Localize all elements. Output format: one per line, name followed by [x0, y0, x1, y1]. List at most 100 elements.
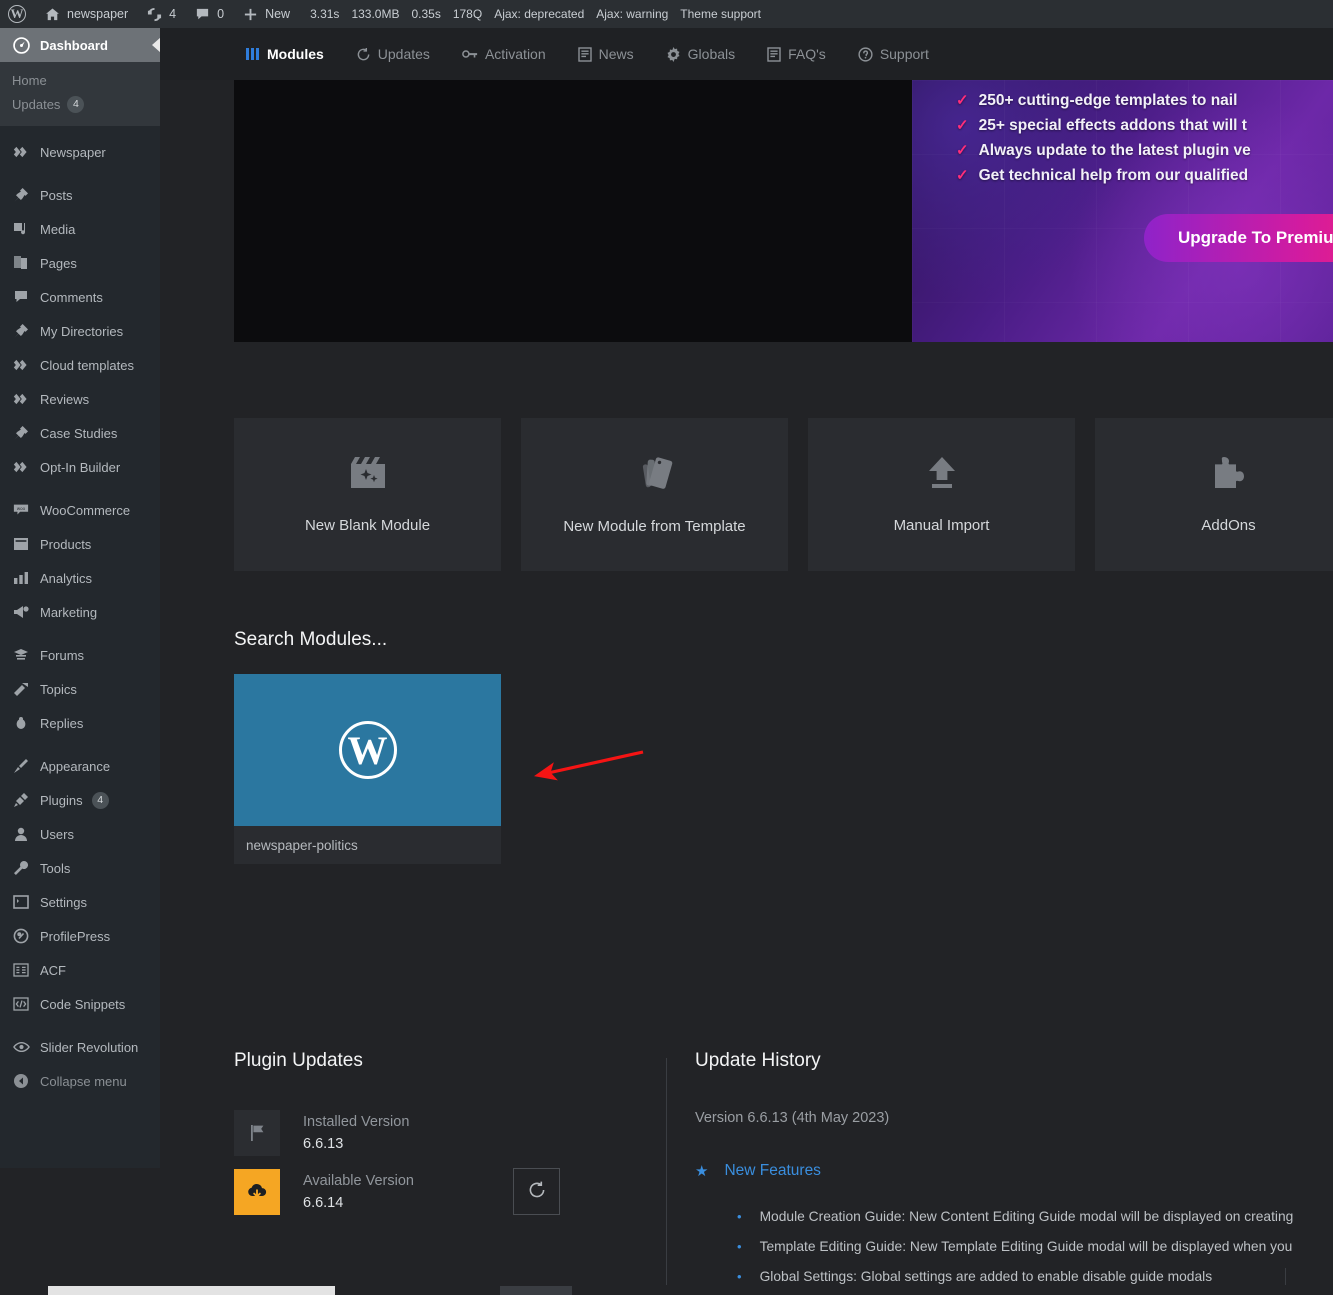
history-version-line: Version 6.6.13 (4th May 2023) [695, 1110, 890, 1126]
refresh-update-button[interactable] [513, 1168, 560, 1215]
sidebar-item-label: Topics [40, 681, 77, 697]
sidebar-item-label: Posts [40, 187, 73, 203]
scrollbar-thumb[interactable] [48, 1286, 335, 1295]
action-card-label: New Module from Template [563, 517, 746, 535]
tab-globals[interactable]: Globals [650, 28, 751, 80]
check-icon: ✓ [956, 92, 969, 109]
sidebar-item-comments[interactable]: Comments [0, 280, 160, 314]
sidebar-item-label: Cloud templates [40, 357, 134, 373]
plugin-tab-bar: Modules Updates Activation News Globals [160, 28, 1333, 80]
addons-card[interactable]: AddOns [1095, 418, 1333, 571]
comment-bubble-icon [192, 4, 212, 24]
tab-updates[interactable]: Updates [340, 28, 446, 80]
tab-support[interactable]: Support [842, 28, 945, 80]
sidebar-item-opt-in-builder[interactable]: Opt-In Builder [0, 450, 160, 484]
upgrade-to-premium-button[interactable]: Upgrade To Premiu [1144, 214, 1333, 262]
theme-support-label[interactable]: Theme support [674, 7, 767, 21]
sidebar-item-marketing[interactable]: Marketing [0, 595, 160, 629]
horizontal-scrollbar[interactable] [0, 1285, 1333, 1295]
sidebar-item-dashboard[interactable]: Dashboard [0, 28, 160, 62]
bullet-icon: • [737, 1209, 742, 1224]
sidebar-item-slider-revolution[interactable]: Slider Revolution [0, 1030, 160, 1064]
sidebar-item-reviews[interactable]: Reviews [0, 382, 160, 416]
sidebar-item-forums[interactable]: Forums [0, 638, 160, 672]
adminbar-new-content[interactable]: New [232, 0, 298, 28]
sidebar-item-tools[interactable]: Tools [0, 851, 160, 885]
plugins-icon [11, 790, 31, 810]
scrollbar-secondary-track[interactable] [500, 1286, 572, 1295]
sidebar-item-label: WooCommerce [40, 502, 131, 518]
check-icon: ✓ [956, 117, 969, 134]
search-modules-title: Search Modules... [234, 629, 388, 650]
flag-icon [234, 1110, 280, 1156]
updates-badge: 4 [67, 96, 85, 113]
topics-icon [11, 679, 31, 699]
ajax-warning-label[interactable]: Ajax: warning [590, 7, 674, 21]
adminbar-wp-logo-menu[interactable]: W [0, 0, 34, 28]
sidebar-item-profilepress[interactable]: ProfilePress [0, 919, 160, 953]
sidebar-item-collapse-menu[interactable]: Collapse menu [0, 1064, 160, 1098]
ajax-deprecated-label[interactable]: Ajax: deprecated [488, 7, 590, 21]
sidebar-item-media[interactable]: Media [0, 212, 160, 246]
analytics-icon [11, 568, 31, 588]
adminbar-updates[interactable]: 4 [136, 0, 184, 28]
sidebar-item-label: Settings [40, 894, 87, 910]
sidebar-item-replies[interactable]: Replies [0, 706, 160, 740]
sidebar-item-pages[interactable]: Pages [0, 246, 160, 280]
sidebar-subitem-updates[interactable]: Updates 4 [0, 92, 160, 117]
updates-count: 4 [169, 7, 177, 21]
new-module-from-template-card[interactable]: New Module from Template [521, 418, 788, 571]
sidebar-item-label: Slider Revolution [40, 1039, 139, 1055]
module-card[interactable]: W newspaper-politics [234, 674, 501, 864]
tab-modules[interactable]: Modules [230, 28, 340, 80]
dashboard-icon [11, 35, 31, 55]
tab-label: Modules [267, 46, 324, 62]
sidebar-item-posts[interactable]: Posts [0, 178, 160, 212]
history-item-list: • Module Creation Guide: New Content Edi… [695, 1202, 1333, 1292]
tab-activation[interactable]: Activation [446, 28, 562, 80]
adminbar-comments[interactable]: 0 [184, 0, 232, 28]
sidebar-item-label: Marketing [40, 604, 98, 620]
manual-import-card[interactable]: Manual Import [808, 418, 1075, 571]
sidebar-item-case-studies[interactable]: Case Studies [0, 416, 160, 450]
promo-item: ✓ Get technical help from our qualified [956, 163, 1251, 188]
sidebar-item-analytics[interactable]: Analytics [0, 561, 160, 595]
tab-faqs[interactable]: FAQ's [751, 28, 842, 80]
sidebar-item-label: Tools [40, 860, 71, 876]
new-blank-module-card[interactable]: New Blank Module [234, 418, 501, 571]
promo-item-text: Always update to the latest plugin ve [978, 142, 1251, 159]
sidebar-item-settings[interactable]: Settings [0, 885, 160, 919]
sidebar-item-topics[interactable]: Topics [0, 672, 160, 706]
template-stack-icon [636, 455, 674, 496]
intro-video-player[interactable] [234, 80, 912, 342]
sidebar-item-newspaper[interactable]: Newspaper [0, 135, 160, 169]
module-thumbnail[interactable]: W [234, 674, 501, 826]
sidebar-item-code-snippets[interactable]: Code Snippets [0, 987, 160, 1021]
star-icon: ★ [695, 1163, 709, 1180]
sidebar-item-label: Users [40, 826, 74, 842]
sidebar-item-appearance[interactable]: Appearance [0, 749, 160, 783]
sidebar-item-label: Forums [40, 647, 85, 663]
sidebar-item-my-directories[interactable]: My Directories [0, 314, 160, 348]
sidebar-item-label: Products [40, 536, 92, 552]
profilepress-icon [11, 926, 31, 946]
panel-title: Plugin Updates [234, 1050, 363, 1071]
sidebar-item-woocommerce[interactable]: woo WooCommerce [0, 493, 160, 527]
tab-label: Activation [484, 46, 546, 62]
sidebar-item-plugins[interactable]: Plugins 4 [0, 783, 160, 817]
sidebar-item-label: Reviews [40, 391, 90, 407]
adminbar-site-name[interactable]: newspaper [34, 0, 136, 28]
sidebar-subitem-label: Updates [12, 97, 61, 112]
forums-icon [11, 645, 31, 665]
sidebar-item-users[interactable]: Users [0, 817, 160, 851]
tab-news[interactable]: News [562, 28, 650, 80]
available-version-text: Available Version 6.6.14 [303, 1170, 414, 1214]
sidebar-subitem-home[interactable]: Home [0, 69, 160, 92]
sidebar-item-label: Code Snippets [40, 996, 126, 1012]
sidebar-item-label: ACF [40, 962, 66, 978]
sidebar-item-cloud-templates[interactable]: Cloud templates [0, 348, 160, 382]
sidebar-item-products[interactable]: Products [0, 527, 160, 561]
sidebar-item-acf[interactable]: ACF [0, 953, 160, 987]
history-section-label: New Features [724, 1162, 821, 1179]
